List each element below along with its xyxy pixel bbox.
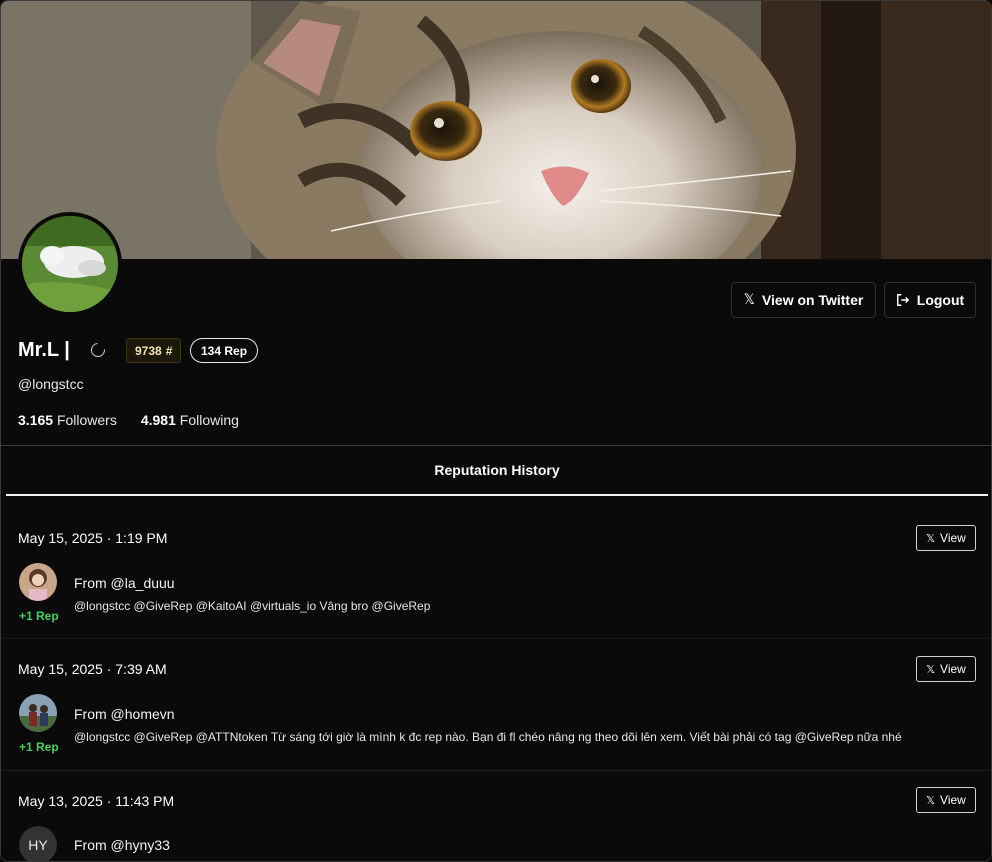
loading-spinner-icon [88, 340, 108, 360]
history-view-label: View [940, 531, 966, 545]
rank-symbol: # [165, 343, 173, 358]
followers-count: 3.165 [18, 412, 54, 428]
rank-badge: 9738 # [126, 338, 182, 363]
profile-name: Mr.L | [18, 339, 70, 361]
following-stat[interactable]: 4.981 Following [141, 412, 239, 428]
history-view-label: View [940, 662, 966, 676]
rep-badge: 134 Rep [190, 338, 259, 363]
history-text: @longstcc @GiveRep @KaitoAI @virtuals_io… [74, 599, 431, 613]
rep-gain: +1 Rep [19, 740, 59, 754]
profile-avatar [18, 212, 122, 316]
history-avatar [19, 563, 57, 601]
following-label: Following [179, 412, 239, 428]
history-item: May 15, 2025 · 7:39 AM 𝕏 View +1 Rep Fro… [1, 639, 991, 771]
rep-gain: +1 Rep [19, 609, 59, 623]
profile-handle: @longstcc [18, 376, 84, 392]
x-logo-icon: 𝕏 [743, 292, 755, 308]
banner-cat-image [1, 1, 991, 259]
profile-banner [1, 1, 991, 259]
followers-stat[interactable]: 3.165 Followers [18, 412, 117, 428]
x-logo-icon: 𝕏 [926, 531, 936, 545]
logout-icon [896, 294, 910, 306]
history-from: From @hyny33 [74, 837, 170, 853]
view-on-twitter-label: View on Twitter [761, 292, 864, 308]
followers-label: Followers [56, 412, 117, 428]
x-logo-icon: 𝕏 [926, 793, 936, 807]
history-avatar [19, 694, 57, 732]
following-count: 4.981 [140, 412, 176, 428]
user-avatar-image [19, 694, 57, 732]
logout-button[interactable]: Logout [884, 282, 976, 318]
history-date: May 15, 2025 · 7:39 AM [18, 661, 167, 677]
history-from: From @la_duuu [74, 575, 175, 591]
history-item: May 15, 2025 · 1:19 PM 𝕏 View +1 Rep Fro… [1, 506, 991, 639]
profile-stats: 3.165 Followers 4.981 Following [18, 412, 239, 428]
tab-reputation-history[interactable]: Reputation History [6, 446, 988, 496]
user-avatar-image [19, 563, 57, 601]
history-avatar: HY [19, 826, 57, 861]
view-on-twitter-button[interactable]: 𝕏 View on Twitter [731, 282, 876, 318]
history-date: May 13, 2025 · 11:43 PM [18, 793, 175, 809]
history-date: May 15, 2025 · 1:19 PM [18, 530, 168, 546]
logout-label: Logout [916, 292, 965, 308]
history-text: @longstcc @GiveRep @ATTNtoken Từ sáng tớ… [74, 730, 902, 744]
history-view-button[interactable]: 𝕏 View [916, 656, 976, 682]
history-from: From @homevn [74, 706, 175, 722]
history-view-button[interactable]: 𝕏 View [916, 525, 976, 551]
history-item: May 13, 2025 · 11:43 PM 𝕏 View HY From @… [1, 771, 991, 861]
profile-page: 𝕏 View on Twitter Logout Mr.L | 9738 # 1… [0, 0, 992, 862]
x-logo-icon: 𝕏 [926, 662, 936, 676]
avatar-cat-image [22, 216, 118, 312]
rank-value: 9738 [135, 343, 162, 358]
history-view-button[interactable]: 𝕏 View [916, 787, 976, 813]
history-view-label: View [940, 793, 966, 807]
